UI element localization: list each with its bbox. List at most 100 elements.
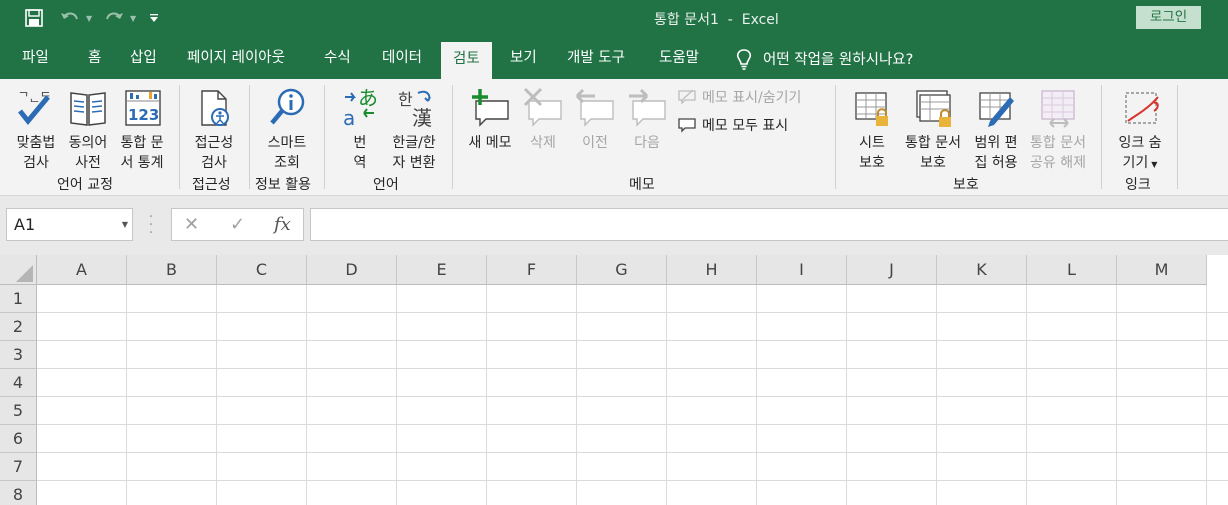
protect-sheet-button[interactable]: 시트 보호 [850, 87, 894, 173]
column-header-M[interactable]: M [1117, 255, 1207, 285]
column-header-I[interactable]: I [757, 255, 847, 285]
gridline [1116, 285, 1117, 505]
protect-workbook-button[interactable]: 통합 문서 보호 [900, 87, 966, 173]
login-button[interactable]: 로그인 [1136, 6, 1201, 29]
svg-text:漢: 漢 [412, 106, 432, 129]
tab-help[interactable]: 도움말 [647, 38, 711, 79]
gridline [396, 285, 397, 505]
enter-icon[interactable]: ✓ [230, 214, 245, 235]
row-header-5[interactable]: 5 [0, 397, 37, 425]
formula-bar: A1 ▼ · · · ✕ ✓ fx [0, 196, 1228, 255]
svg-text:a: a [343, 106, 355, 129]
gridline [216, 285, 217, 505]
column-header-D[interactable]: D [307, 255, 397, 285]
protect-sheet-icon [855, 92, 888, 126]
previous-comment-icon [575, 88, 614, 127]
tab-review[interactable]: 검토 [441, 42, 492, 79]
group-label-protect: 보호 [953, 177, 979, 193]
group-label-language: 언어 [373, 177, 399, 193]
formula-bar-buttons: ✕ ✓ fx [171, 208, 304, 241]
row-header-8[interactable]: 8 [0, 481, 37, 505]
formula-input[interactable] [310, 208, 1228, 241]
gridline [306, 285, 307, 505]
workbook-statistics-button[interactable]: 123 통합 문 서 통계 [114, 87, 170, 173]
allow-edit-ranges-icon [979, 92, 1014, 127]
select-all-button[interactable] [0, 255, 37, 285]
row-header-7[interactable]: 7 [0, 453, 37, 481]
column-header-B[interactable]: B [127, 255, 217, 285]
gridline [37, 424, 1228, 425]
thesaurus-button[interactable]: 동의어 사전 [64, 87, 112, 173]
column-header-E[interactable]: E [397, 255, 487, 285]
tell-me-search[interactable]: 어떤 작업을 원하시나요? [735, 38, 913, 79]
gridline [576, 285, 577, 505]
svg-text:한: 한 [398, 90, 413, 109]
row-header-1[interactable]: 1 [0, 285, 37, 313]
group-divider [1177, 85, 1178, 189]
check-accessibility-button[interactable]: 접근성 검사 [189, 87, 239, 173]
worksheet-grid[interactable]: ABCDEFGHIJKLM 12345678 [0, 255, 1228, 505]
customize-toolbar-icon[interactable] [150, 8, 158, 28]
formula-bar-resize-handle[interactable]: · · · [148, 210, 154, 240]
show-hide-comment-button[interactable]: 메모 표시/숨기기 [678, 87, 801, 107]
allow-edit-ranges-button[interactable]: 범위 편 집 허용 [970, 87, 1022, 173]
tab-insert[interactable]: 삽입 [118, 38, 169, 79]
gridline [37, 452, 1228, 453]
column-header-A[interactable]: A [37, 255, 127, 285]
hide-ink-icon [1125, 92, 1159, 124]
svg-text:123: 123 [128, 106, 159, 124]
smart-lookup-icon [270, 88, 305, 125]
unshare-workbook-button[interactable]: 통합 문서 공유 해제 [1024, 87, 1092, 173]
tab-formulas[interactable]: 수식 [312, 38, 363, 79]
name-box[interactable]: A1 ▼ [6, 208, 133, 241]
tab-view[interactable]: 보기 [498, 38, 549, 79]
redo-dropdown-icon[interactable]: ▼ [130, 8, 136, 28]
translate-icon: あ a [343, 87, 378, 129]
gridline [37, 396, 1228, 397]
undo-icon[interactable] [60, 8, 80, 28]
save-icon[interactable] [25, 8, 43, 28]
column-header-L[interactable]: L [1027, 255, 1117, 285]
group-label-accessibility: 접근성 [192, 177, 231, 193]
row-header-6[interactable]: 6 [0, 425, 37, 453]
lightbulb-icon [736, 48, 752, 70]
tab-file[interactable]: 파일 [10, 38, 61, 79]
column-header-G[interactable]: G [577, 255, 667, 285]
insert-function-icon[interactable]: fx [274, 214, 291, 235]
tab-developer[interactable]: 개발 도구 [555, 38, 637, 79]
show-all-comments-icon [678, 118, 696, 133]
workbook-statistics-icon: 123 [125, 90, 161, 126]
tab-data[interactable]: 데이터 [370, 38, 434, 79]
redo-icon[interactable] [104, 8, 124, 28]
column-header-C[interactable]: C [217, 255, 307, 285]
row-header-4[interactable]: 4 [0, 369, 37, 397]
new-comment-button[interactable]: 새 메모 [463, 87, 517, 153]
chevron-down-icon: ▼ [1151, 160, 1158, 169]
hide-ink-button[interactable]: 잉크 숨 기기 ▼ [1112, 87, 1168, 175]
gridline [756, 285, 757, 505]
column-header-H[interactable]: H [667, 255, 757, 285]
undo-dropdown-icon[interactable]: ▼ [86, 8, 92, 28]
tab-home[interactable]: 홈 [76, 38, 113, 79]
show-all-comments-button[interactable]: 메모 모두 표시 [678, 115, 788, 135]
row-header-2[interactable]: 2 [0, 313, 37, 341]
smart-lookup-button[interactable]: 스마트 조회 [260, 87, 314, 173]
previous-comment-button[interactable]: 이전 [573, 87, 617, 153]
row-header-3[interactable]: 3 [0, 341, 37, 369]
hangul-hanja-convert-button[interactable]: 한 漢 한글/한 자 변환 [386, 87, 442, 173]
gridline [37, 480, 1228, 481]
name-box-dropdown-icon[interactable]: ▼ [122, 209, 128, 240]
column-header-J[interactable]: J [847, 255, 937, 285]
spelling-button[interactable]: ᄀᆫᄃ 맞춤법 검사 [12, 87, 60, 173]
unshare-workbook-icon [1041, 90, 1075, 128]
group-label-insights: 정보 활용 [255, 177, 311, 193]
show-hide-comment-icon [678, 89, 696, 105]
tab-page-layout[interactable]: 페이지 레이아웃 [175, 38, 297, 79]
translate-button[interactable]: あ a 번 역 [338, 87, 382, 173]
column-header-K[interactable]: K [937, 255, 1027, 285]
delete-comment-button[interactable]: 삭제 [521, 87, 565, 153]
cancel-icon[interactable]: ✕ [184, 214, 199, 235]
column-header-F[interactable]: F [487, 255, 577, 285]
next-comment-button[interactable]: 다음 [625, 87, 669, 153]
gridline [1026, 285, 1027, 505]
